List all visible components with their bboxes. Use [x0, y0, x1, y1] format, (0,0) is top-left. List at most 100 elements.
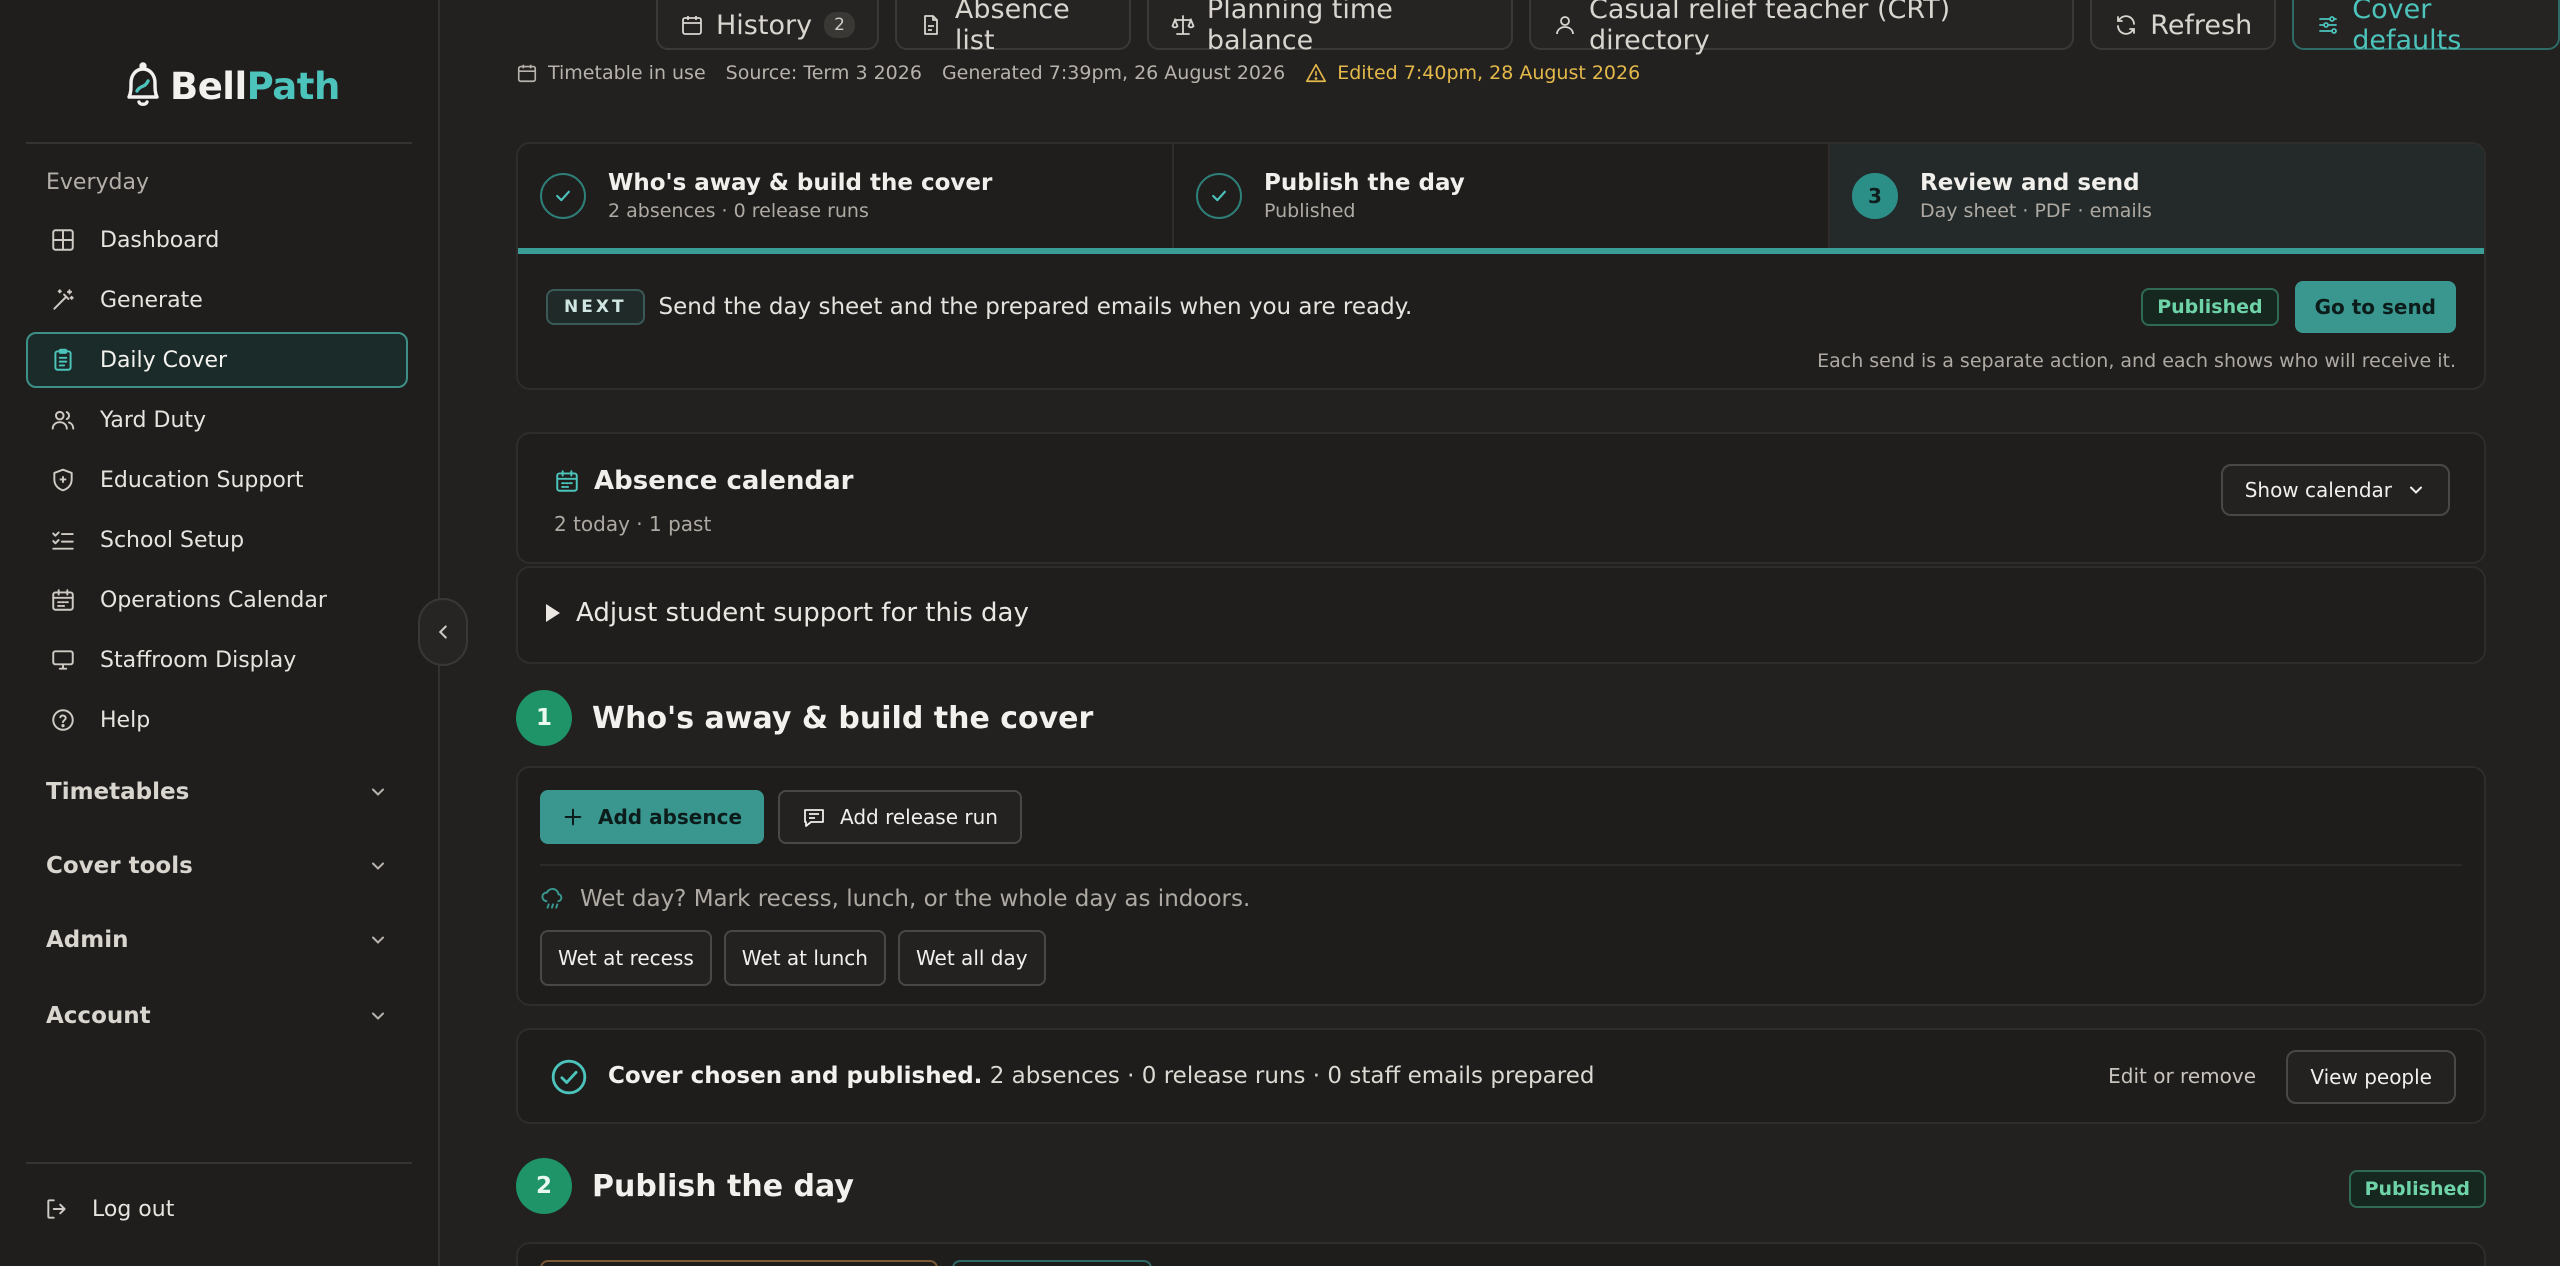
plus-icon	[562, 806, 584, 828]
sidebar-divider	[26, 142, 412, 144]
sidebar-item-label: Operations Calendar	[100, 587, 327, 613]
scale-icon	[1171, 13, 1195, 37]
refresh-button[interactable]: Refresh	[2090, 0, 2277, 50]
history-label: History	[716, 9, 813, 41]
publish-control[interactable]	[952, 1260, 1152, 1266]
sidebar-item-dashboard[interactable]: Dashboard	[26, 212, 408, 268]
add-absence-button[interactable]: Add absence	[540, 790, 765, 844]
absence-list-label: Absence list	[954, 0, 1070, 56]
go-to-send-button[interactable]: Go to send	[2294, 281, 2456, 333]
sidebar-section-heading: Everyday	[46, 170, 149, 195]
sidebar-item-education-support[interactable]: Education Support	[26, 452, 408, 508]
cover-defaults-label: Cover defaults	[2352, 0, 2462, 56]
section-heading-1: 1 Who's away & build the cover	[516, 690, 1093, 746]
logout-button[interactable]: Log out	[44, 1196, 174, 1222]
add-release-run-button[interactable]: Add release run	[778, 790, 1022, 844]
wand-icon	[50, 287, 76, 313]
sidebar-divider	[26, 1162, 412, 1164]
show-calendar-button[interactable]: Show calendar	[2220, 464, 2450, 516]
student-support-disclosure: Adjust student support for this day	[516, 566, 2486, 664]
cover-defaults-button[interactable]: Cover defaults	[2292, 0, 2560, 56]
chevron-down-icon	[2406, 480, 2426, 500]
status-badge: Published	[2141, 288, 2279, 326]
sidebar-item-generate[interactable]: Generate	[26, 272, 408, 328]
history-count-badge: 2	[824, 12, 855, 38]
step-title: Who's away & build the cover	[608, 170, 993, 196]
section-number: 1	[516, 690, 572, 746]
sidebar-item-staffroom-display[interactable]: Staffroom Display	[26, 632, 408, 688]
edited-timestamp: Edited 7:40pm, 28 August 2026	[1337, 62, 1641, 84]
refresh-label: Refresh	[2150, 9, 2253, 41]
cover-chosen-text: Cover chosen and published. 2 absences ·…	[608, 1063, 1595, 1089]
stepper-progress-bar	[518, 248, 2484, 254]
build-cover-card: Add absence Add release run Wet day? Mar…	[516, 766, 2486, 1006]
sidebar-group-cover-tools[interactable]: Cover tools	[26, 840, 408, 892]
brand-logo[interactable]: BellPath	[120, 58, 340, 114]
planning-time-balance-button[interactable]: Planning time balance	[1146, 0, 1513, 56]
logout-label: Log out	[92, 1196, 175, 1222]
view-people-button[interactable]: View people	[2286, 1050, 2456, 1104]
add-absence-label: Add absence	[598, 805, 743, 829]
sidebar-group-admin[interactable]: Admin	[26, 914, 408, 966]
step-subtitle: Day sheet · PDF · emails	[1920, 200, 2152, 222]
adjust-support-toggle[interactable]: Adjust student support for this day	[546, 598, 1029, 628]
step-title: Publish the day	[1264, 170, 1465, 196]
sidebar-item-label: Dashboard	[100, 227, 220, 253]
sidebar-item-label: Education Support	[100, 467, 304, 493]
wet-at-recess-button[interactable]: Wet at recess	[540, 930, 712, 986]
cover-chosen-summary: Cover chosen and published. 2 absences ·…	[516, 1028, 2486, 1124]
sidebar-item-daily-cover[interactable]: Daily Cover	[26, 332, 408, 388]
sidebar-item-label: Daily Cover	[100, 347, 228, 373]
disclosure-triangle-icon	[546, 604, 560, 622]
publish-control[interactable]	[540, 1260, 938, 1266]
brand-name: BellPath	[170, 64, 340, 108]
shield-icon	[50, 467, 76, 493]
wet-at-lunch-button[interactable]: Wet at lunch	[723, 930, 886, 986]
sidebar-group-account[interactable]: Account	[26, 990, 408, 1042]
collapse-sidebar-button[interactable]	[418, 598, 468, 666]
absence-calendar-card: Absence calendar 2 today · 1 past Show c…	[516, 432, 2486, 564]
monitor-icon	[50, 647, 76, 673]
step-publish-day[interactable]: Publish the day Published	[1174, 144, 1830, 248]
sidebar-group-timetables[interactable]: Timetables	[26, 766, 408, 818]
section-heading-2: 2 Publish the day	[516, 1158, 854, 1214]
next-action-text: Send the day sheet and the prepared emai…	[658, 294, 1413, 320]
timetable-in-use: Timetable in use	[516, 62, 706, 84]
wet-day-note: Wet day? Mark recess, lunch, or the whol…	[540, 886, 1250, 912]
add-release-run-label: Add release run	[840, 805, 998, 829]
sidebar-nav: Dashboard Generate Daily Cover Yard Duty…	[26, 212, 408, 752]
crt-directory-label: Casual relief teacher (CRT) directory	[1588, 0, 1951, 56]
calendar-icon	[554, 468, 580, 494]
show-calendar-label: Show calendar	[2244, 478, 2392, 502]
section-title: Publish the day	[592, 1168, 854, 1204]
divider	[540, 864, 2462, 866]
next-tag: NEXT	[546, 289, 645, 325]
edited-warning: Edited 7:40pm, 28 August 2026	[1305, 62, 1640, 84]
sidebar-item-label: Generate	[100, 287, 203, 313]
absence-list-button[interactable]: Absence list	[894, 0, 1131, 56]
clipboard-icon	[50, 347, 76, 373]
help-icon	[50, 707, 76, 733]
absence-calendar-summary: 2 today · 1 past	[554, 512, 712, 536]
sidebar-group-label: Account	[46, 1003, 151, 1029]
sidebar-item-yard-duty[interactable]: Yard Duty	[26, 392, 408, 448]
sidebar-item-help[interactable]: Help	[26, 692, 408, 748]
crt-directory-button[interactable]: Casual relief teacher (CRT) directory	[1528, 0, 2075, 56]
sidebar-item-operations-calendar[interactable]: Operations Calendar	[26, 572, 408, 628]
wet-all-day-button[interactable]: Wet all day	[897, 930, 1046, 986]
step-title: Review and send	[1920, 170, 2140, 196]
edit-or-remove-link[interactable]: Edit or remove	[2108, 1064, 2256, 1088]
user-icon	[1553, 13, 1577, 37]
step-subtitle: 2 absences · 0 release runs	[608, 200, 869, 222]
message-icon	[802, 805, 826, 829]
sidebar-item-school-setup[interactable]: School Setup	[26, 512, 408, 568]
logout-icon	[44, 1196, 70, 1222]
history-button[interactable]: History 2	[656, 0, 879, 50]
step-number: 3	[1852, 173, 1898, 219]
chevron-down-icon	[368, 1006, 388, 1026]
section-title: Who's away & build the cover	[592, 700, 1094, 736]
step-build-cover[interactable]: Who's away & build the cover 2 absences …	[518, 144, 1174, 248]
step-review-send[interactable]: 3 Review and send Day sheet · PDF · emai…	[1830, 144, 2484, 248]
workflow-stepper: Who's away & build the cover 2 absences …	[516, 142, 2486, 390]
section-number: 2	[516, 1158, 572, 1214]
